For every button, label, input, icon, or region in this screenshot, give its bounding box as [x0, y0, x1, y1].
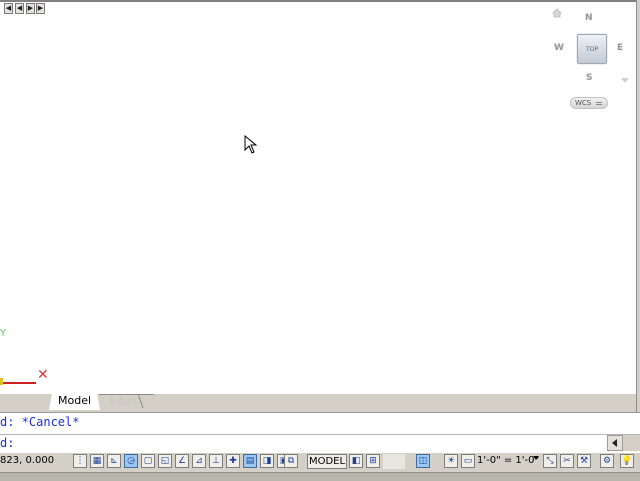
scale-dropdown-arrow-icon — [533, 456, 539, 460]
viewcube-south[interactable]: S — [586, 73, 592, 83]
ucs-origin-icon — [0, 378, 3, 385]
command-prompt: d: — [0, 436, 15, 450]
prev-tab-button[interactable]: ◀ — [15, 3, 24, 14]
dynamic-input-icon[interactable]: ✚ — [226, 454, 240, 468]
status-bar-spacer — [383, 454, 405, 469]
arrow-left-icon — [612, 439, 617, 447]
annotation-scale-icon[interactable]: ▭ — [461, 454, 475, 468]
wcs-label: WCS — [575, 99, 592, 107]
model-space-button[interactable]: MODEL — [307, 454, 347, 469]
snap-mode-icon[interactable]: ▦ — [90, 454, 104, 468]
annotation-scale-dropdown[interactable]: 1'-0" = 1'-0" — [477, 455, 539, 466]
isolate-objects-icon[interactable]: 💡 — [620, 454, 634, 468]
viewcube-top-face[interactable]: TOP — [577, 34, 607, 64]
ucs-y-label: Y — [0, 328, 7, 339]
window-right-border — [636, 0, 640, 412]
quick-view-layouts-icon[interactable]: ◧ — [349, 454, 363, 468]
ortho-mode-icon[interactable]: ◶ — [124, 454, 138, 468]
lineweight-icon[interactable]: ▤ — [243, 454, 257, 468]
mouse-cursor-icon — [244, 135, 258, 154]
gear-icon[interactable]: ⚙ — [600, 454, 614, 468]
wcs-dropdown-icon — [596, 102, 602, 105]
annotation-visibility-icon[interactable]: ☀ — [444, 454, 458, 468]
quick-view-drawings-icon[interactable]: ⊞ — [366, 454, 380, 468]
infer-constraints-icon[interactable]: ⋮ — [73, 454, 87, 468]
polar-tracking-icon[interactable]: ▢ — [141, 454, 155, 468]
command-history: d: *Cancel* — [0, 412, 640, 434]
command-scroll-left-button[interactable] — [607, 435, 623, 451]
wcs-menu[interactable]: WCS — [570, 97, 608, 109]
3d-object-snap-icon[interactable]: ∠ — [175, 454, 189, 468]
drawing-canvas[interactable]: N W E S TOP WCS Y ✕ — [0, 0, 636, 393]
viewcube-west[interactable]: W — [554, 43, 564, 53]
next-tab-button[interactable]: ▶ — [26, 3, 35, 14]
tab-model[interactable]: Model — [49, 393, 101, 410]
object-snap-icon[interactable]: ◱ — [158, 454, 172, 468]
grid-display-icon[interactable]: ⊾ — [107, 454, 121, 468]
dynamic-ucs-icon[interactable]: ⊥ — [209, 454, 223, 468]
command-scroll-spacer — [623, 435, 640, 451]
auto-scale-icon[interactable]: ⤡ — [543, 454, 557, 468]
first-tab-button[interactable]: ◀ — [4, 3, 13, 14]
coordinate-readout[interactable]: 823, 0.000 — [0, 455, 54, 466]
toolbar-lock-icon[interactable]: ⚒ — [577, 454, 591, 468]
viewcube-north[interactable]: N — [585, 13, 593, 23]
ucs-x-axis — [0, 382, 36, 384]
last-tab-button[interactable]: ▶ — [36, 3, 45, 14]
command-history-line: d: *Cancel* — [0, 415, 80, 429]
viewcube-east[interactable]: E — [617, 43, 623, 53]
transparency-icon[interactable]: ◨ — [260, 454, 274, 468]
workspace-switching-icon[interactable]: ✂ — [560, 454, 574, 468]
ucs-x-icon: ✕ — [37, 367, 49, 383]
maximize-viewport-icon[interactable]: ◫ — [416, 454, 430, 468]
viewcube-menu-arrow-icon[interactable] — [621, 78, 629, 84]
home-icon[interactable] — [552, 8, 562, 18]
viewcube-top-label: TOP — [585, 45, 598, 53]
object-snap-tracking-icon[interactable]: ⊿ — [192, 454, 206, 468]
command-line[interactable]: d: — [0, 434, 640, 452]
selection-cycling-icon[interactable]: ⧉ — [284, 454, 298, 468]
